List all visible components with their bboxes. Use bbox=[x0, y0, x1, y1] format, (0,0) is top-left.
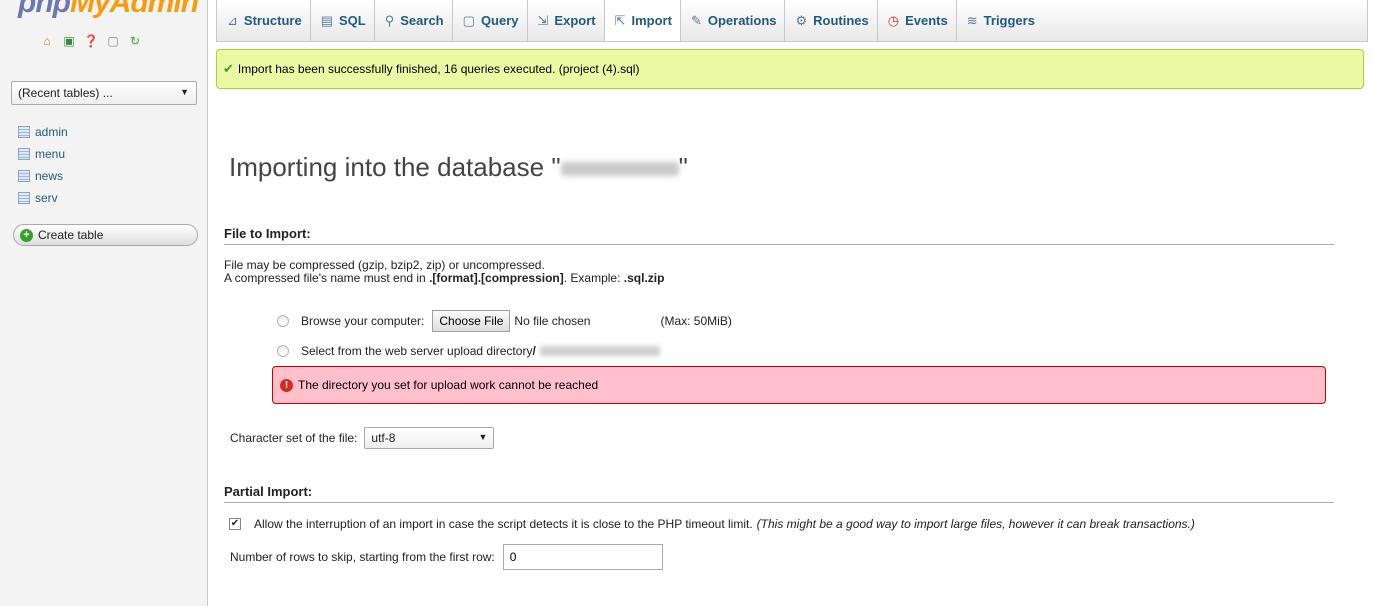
table-item-menu[interactable]: menu bbox=[18, 143, 68, 165]
table-icon bbox=[18, 148, 30, 160]
search-icon: ⚲ bbox=[384, 12, 395, 28]
exit-icon[interactable]: ▣ bbox=[62, 34, 76, 48]
table-item-serv[interactable]: serv bbox=[18, 187, 68, 209]
error-icon: ! bbox=[280, 378, 293, 392]
skip-rows-input[interactable] bbox=[502, 544, 663, 570]
table-list: admin menu news serv bbox=[18, 121, 68, 209]
tab-triggers[interactable]: ≋ Triggers bbox=[957, 0, 1043, 41]
top-tabs: ⊿ Structure ▤ SQL ⚲ Search ▢ Query ⇲ Export ⇱… bbox=[216, 0, 1368, 42]
docs-icon[interactable]: ▢ bbox=[106, 34, 120, 48]
max-size-text: (Max: 50MiB) bbox=[660, 314, 732, 328]
plus-icon: + bbox=[20, 228, 33, 242]
upload-dir-radio[interactable] bbox=[277, 345, 289, 357]
dropdown-arrow-icon: ▼ bbox=[478, 432, 488, 442]
help-icon[interactable]: ❓ bbox=[84, 34, 99, 48]
navigation-sidebar: phpMyAdmin ⌂ ▣ ❓ ▢ ↻ (Recent tables) ...… bbox=[0, 0, 208, 606]
tab-query[interactable]: ▢ Query bbox=[453, 0, 528, 41]
browse-radio[interactable] bbox=[277, 315, 289, 327]
quick-icons: ⌂ ▣ ❓ ▢ ↻ bbox=[40, 34, 142, 48]
home-icon[interactable]: ⌂ bbox=[40, 34, 54, 48]
import-icon: ⇱ bbox=[614, 12, 626, 28]
table-icon bbox=[18, 170, 30, 182]
upload-dir-row: Select from the web server upload direct… bbox=[277, 344, 660, 358]
tab-import[interactable]: ⇱ Import bbox=[604, 0, 681, 41]
tab-export[interactable]: ⇲ Export bbox=[528, 0, 605, 41]
redacted-upload-path bbox=[539, 346, 660, 356]
file-description: File may be compressed (gzip, bzip2, zip… bbox=[224, 258, 665, 285]
tab-operations[interactable]: ✎ Operations bbox=[681, 0, 786, 41]
redacted-database-name bbox=[560, 162, 679, 177]
sql-icon: ▤ bbox=[320, 12, 333, 28]
tab-routines[interactable]: ⚙ Routines bbox=[785, 0, 878, 41]
phpmyadmin-logo[interactable]: phpMyAdmin bbox=[18, 0, 199, 20]
reload-icon[interactable]: ↻ bbox=[128, 34, 142, 48]
recent-tables-select[interactable]: (Recent tables) ... ▼ bbox=[11, 81, 197, 105]
tab-structure[interactable]: ⊿ Structure bbox=[217, 0, 311, 41]
skip-rows-row: Number of rows to skip, starting from th… bbox=[230, 544, 663, 570]
events-icon: ◷ bbox=[887, 12, 900, 28]
tab-events[interactable]: ◷ Events bbox=[878, 0, 957, 41]
operations-icon: ✎ bbox=[690, 12, 702, 28]
checkmark-icon: ✔ bbox=[223, 61, 234, 76]
browse-row: Browse your computer: Choose File No fil… bbox=[277, 310, 732, 332]
table-item-admin[interactable]: admin bbox=[18, 121, 68, 143]
table-icon bbox=[18, 192, 30, 204]
dropdown-arrow-icon: ▼ bbox=[180, 87, 189, 97]
recent-tables-value: (Recent tables) ... bbox=[18, 86, 113, 100]
tab-search[interactable]: ⚲ Search bbox=[375, 0, 453, 41]
query-icon: ▢ bbox=[462, 12, 475, 28]
choose-file-button[interactable]: Choose File bbox=[432, 310, 511, 332]
tab-sql[interactable]: ▤ SQL bbox=[311, 0, 375, 41]
page-title: Importing into the database " " bbox=[229, 152, 688, 182]
no-file-text: No file chosen bbox=[514, 314, 591, 328]
table-icon bbox=[18, 126, 30, 138]
charset-row: Character set of the file: utf-8 ▼ bbox=[230, 427, 495, 449]
charset-select[interactable]: utf-8 ▼ bbox=[364, 427, 495, 449]
table-item-news[interactable]: news bbox=[18, 165, 68, 187]
triggers-icon: ≋ bbox=[966, 12, 978, 28]
routines-icon: ⚙ bbox=[795, 12, 808, 28]
export-icon: ⇲ bbox=[537, 12, 549, 28]
error-message: ! The directory you set for upload work … bbox=[272, 366, 1326, 404]
allow-interrupt-row: ✔ Allow the interruption of an import in… bbox=[229, 517, 1195, 531]
structure-icon: ⊿ bbox=[227, 12, 238, 28]
create-table-button[interactable]: + Create table bbox=[13, 224, 198, 246]
allow-interrupt-checkbox[interactable]: ✔ bbox=[229, 518, 241, 530]
file-to-import-heading: File to Import: bbox=[224, 226, 1334, 245]
success-message: ✔ Import has been successfully finished,… bbox=[216, 49, 1364, 89]
partial-import-heading: Partial Import: bbox=[224, 484, 1334, 503]
